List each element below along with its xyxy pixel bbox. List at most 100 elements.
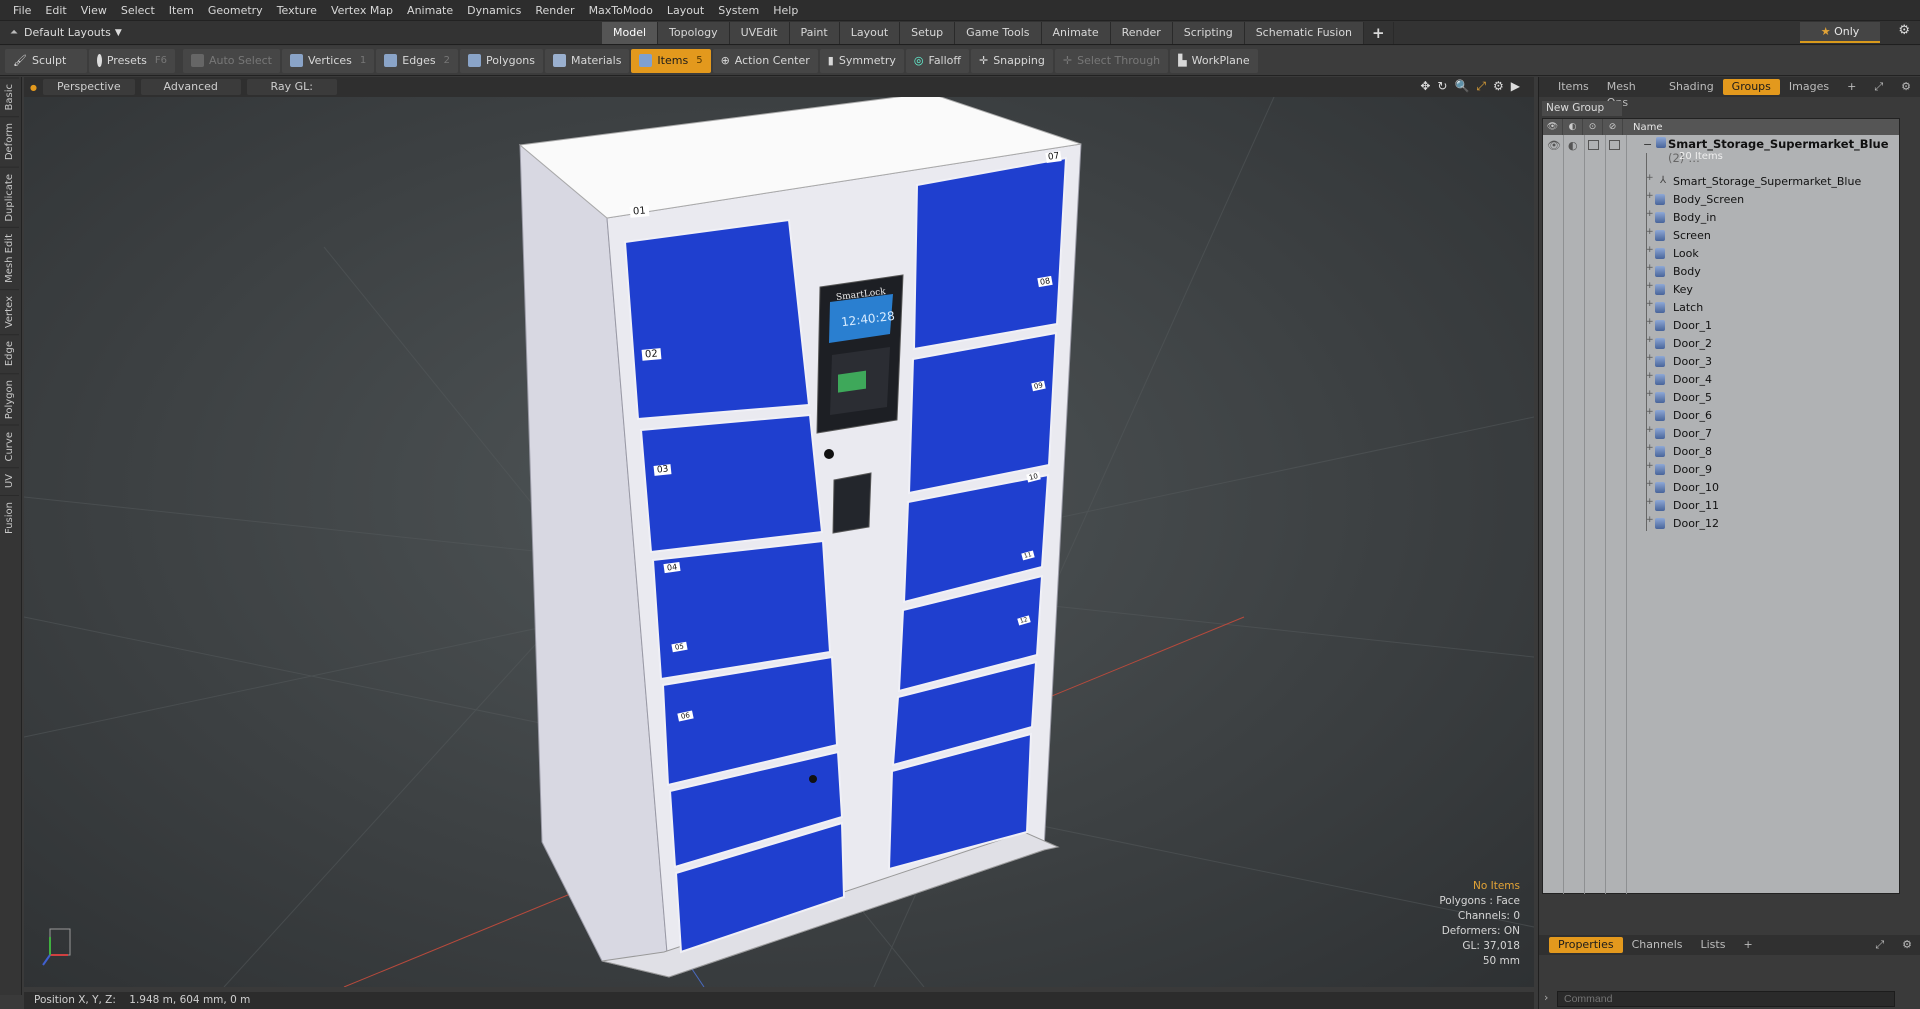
action-center-button[interactable]: ⊕ Action Center	[712, 48, 818, 73]
tab-render[interactable]: Render	[1110, 21, 1173, 44]
expand-properties-icon[interactable]: ⤢	[1866, 937, 1893, 953]
group-visibility-icon[interactable]: 👁	[1547, 139, 1561, 152]
tree-item-door-7[interactable]: + Door_7	[1543, 424, 1899, 442]
layout-selector[interactable]: ⏶ Default Layouts ▼	[0, 22, 170, 44]
lock-column-icon[interactable]: ⊙	[1583, 119, 1603, 135]
tab-vertex[interactable]: Vertex	[0, 289, 19, 335]
render-column-icon[interactable]: ◐	[1563, 119, 1583, 135]
only-toggle[interactable]: ★ Only	[1800, 22, 1880, 43]
perspective-button[interactable]: Perspective	[42, 79, 135, 95]
visibility-column-icon[interactable]: 👁	[1543, 119, 1563, 135]
menu-dynamics[interactable]: Dynamics	[460, 4, 528, 17]
polygons-button[interactable]: Polygons	[460, 48, 543, 73]
tab-animate[interactable]: Animate	[1041, 21, 1111, 44]
tab-scripting[interactable]: Scripting	[1172, 21, 1245, 44]
advanced-button[interactable]: Advanced	[140, 79, 241, 95]
menu-select[interactable]: Select	[114, 4, 162, 17]
3d-viewport[interactable]: SmartLock 12:40:28 01 02 03 04 05 06 07 …	[24, 97, 1534, 987]
snapping-button[interactable]: ✛ Snapping	[970, 48, 1053, 73]
tab-properties[interactable]: Properties	[1549, 937, 1623, 953]
menu-file[interactable]: File	[6, 4, 38, 17]
tab-paint[interactable]: Paint	[789, 21, 840, 44]
tree-item-body-in[interactable]: + Body_in	[1543, 208, 1899, 226]
tree-item-door-4[interactable]: + Door_4	[1543, 370, 1899, 388]
menu-item[interactable]: Item	[162, 4, 201, 17]
menu-vertex-map[interactable]: Vertex Map	[324, 4, 400, 17]
tab-basic[interactable]: Basic	[0, 77, 19, 117]
items-button[interactable]: Items 5	[631, 48, 711, 73]
rotate-view-icon[interactable]: ↻	[1437, 79, 1447, 94]
workplane-button[interactable]: ▙ WorkPlane	[1170, 48, 1258, 73]
new-group-button[interactable]: New Group	[1542, 101, 1622, 116]
tree-item-door-5[interactable]: + Door_5	[1543, 388, 1899, 406]
auto-select-button[interactable]: Auto Select	[183, 48, 280, 73]
gear-icon[interactable]: ⚙	[1898, 23, 1910, 38]
command-input[interactable]	[1557, 991, 1895, 1007]
viewport-settings-icon[interactable]: ⚙	[1493, 79, 1504, 94]
tab-game-tools[interactable]: Game Tools	[955, 21, 1042, 44]
tab-duplicate[interactable]: Duplicate	[0, 166, 19, 228]
tab-images[interactable]: Images	[1780, 79, 1838, 95]
tab-deform[interactable]: Deform	[0, 116, 19, 167]
tab-lists[interactable]: Lists	[1692, 937, 1735, 953]
tree-item-door-2[interactable]: + Door_2	[1543, 334, 1899, 352]
tab-shading[interactable]: Shading	[1660, 79, 1723, 95]
vertices-button[interactable]: Vertices 1	[281, 48, 375, 73]
tab-curve[interactable]: Curve	[0, 424, 19, 468]
tab-topology[interactable]: Topology	[658, 21, 730, 44]
menu-layout[interactable]: Layout	[660, 4, 711, 17]
group-lock-checkbox[interactable]	[1588, 140, 1599, 150]
tab-fusion[interactable]: Fusion	[0, 494, 19, 540]
tab-channels[interactable]: Channels	[1623, 937, 1692, 953]
tab-items[interactable]: Items	[1549, 79, 1598, 95]
tree-item-door-10[interactable]: + Door_10	[1543, 478, 1899, 496]
tab-mesh-ops[interactable]: Mesh Ops	[1598, 79, 1660, 109]
group-row[interactable]: 👁 ◐ − Smart_Storage_Supermarket_Blue (2)…	[1543, 136, 1899, 166]
tree-item-door-12[interactable]: + Door_12	[1543, 514, 1899, 532]
play-icon[interactable]: ▶	[1511, 79, 1520, 94]
tree-item-door-1[interactable]: + Door_1	[1543, 316, 1899, 334]
menu-edit[interactable]: Edit	[38, 4, 73, 17]
tab-groups[interactable]: Groups	[1722, 79, 1780, 95]
tree-item-screen[interactable]: + Screen	[1543, 226, 1899, 244]
select-through-button[interactable]: ✛ Select Through	[1054, 48, 1169, 73]
tab-schematic-fusion[interactable]: Schematic Fusion	[1244, 21, 1365, 44]
tab-setup[interactable]: Setup	[900, 21, 956, 44]
expand-panel-icon[interactable]: ⤢	[1865, 79, 1892, 95]
tree-item-door-9[interactable]: + Door_9	[1543, 460, 1899, 478]
move-view-icon[interactable]: ✥	[1420, 79, 1430, 94]
tab-edge[interactable]: Edge	[0, 334, 19, 373]
menu-animate[interactable]: Animate	[400, 4, 460, 17]
panel-settings-icon[interactable]: ⚙	[1892, 79, 1920, 95]
edges-button[interactable]: Edges 2	[376, 48, 459, 73]
tree-item-door-8[interactable]: + Door_8	[1543, 442, 1899, 460]
materials-button[interactable]: Materials	[545, 48, 630, 73]
tree-item-look[interactable]: + Look	[1543, 244, 1899, 262]
tree-item-latch[interactable]: + Latch	[1543, 298, 1899, 316]
tab-polygon[interactable]: Polygon	[0, 372, 19, 425]
tree-item-door-6[interactable]: + Door_6	[1543, 406, 1899, 424]
group-render-icon[interactable]: ◐	[1568, 139, 1578, 152]
tree-item-root-locator[interactable]: + ⅄ Smart_Storage_Supermarket_Blue	[1543, 172, 1899, 190]
tab-mesh-edit[interactable]: Mesh Edit	[0, 227, 19, 290]
menu-help[interactable]: Help	[766, 4, 805, 17]
collapse-icon[interactable]: ⏶	[10, 27, 24, 38]
presets-button[interactable]: Presets F6	[89, 48, 175, 73]
properties-settings-icon[interactable]: ⚙	[1893, 937, 1920, 953]
add-tab-icon[interactable]: +	[1364, 21, 1394, 44]
tab-model[interactable]: Model	[602, 21, 659, 44]
group-select-checkbox[interactable]	[1609, 140, 1620, 150]
tab-uvedit[interactable]: UVEdit	[729, 21, 790, 44]
group-expand-icon[interactable]: −	[1643, 138, 1652, 151]
zoom-view-icon[interactable]: 🔍	[1454, 79, 1469, 94]
menu-render[interactable]: Render	[528, 4, 581, 17]
menu-geometry[interactable]: Geometry	[201, 4, 270, 17]
tree-item-body[interactable]: + Body	[1543, 262, 1899, 280]
raygl-button[interactable]: Ray GL: Off	[246, 79, 337, 109]
add-panel-tab-icon[interactable]: +	[1838, 79, 1865, 95]
sculpt-button[interactable]: 🖌 Sculpt	[5, 48, 87, 73]
select-column-icon[interactable]: ⊘	[1603, 119, 1623, 135]
tab-layout[interactable]: Layout	[839, 21, 901, 44]
add-properties-tab-icon[interactable]: +	[1734, 937, 1761, 953]
fit-view-icon[interactable]: ⤢	[1476, 79, 1486, 94]
